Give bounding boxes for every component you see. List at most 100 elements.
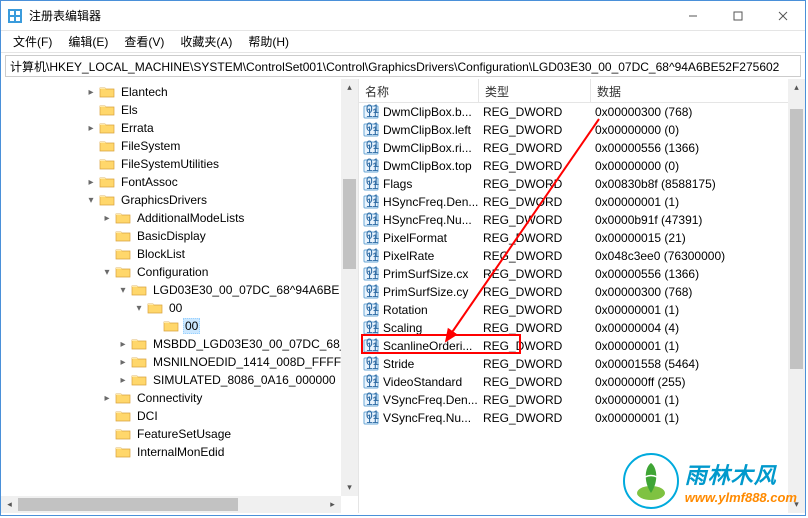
value-type: REG_DWORD [483,411,595,425]
value-list-pane[interactable]: 名称 类型 数据 011110DwmClipBox.b...REG_DWORD0… [359,79,805,513]
value-row[interactable]: 011110StrideREG_DWORD0x00001558 (5464) [359,355,805,373]
value-row[interactable]: 011110ScalingREG_DWORD0x00000004 (4) [359,319,805,337]
tree-scrollbar-h[interactable]: ◂ ▸ [1,496,341,513]
value-row[interactable]: 011110DwmClipBox.ri...REG_DWORD0x0000055… [359,139,805,157]
titlebar[interactable]: 注册表编辑器 [1,1,805,31]
close-button[interactable] [760,1,805,30]
scroll-thumb[interactable] [790,109,803,369]
expand-icon[interactable] [101,230,113,242]
col-type[interactable]: 类型 [479,79,591,102]
expand-icon[interactable]: ▸ [101,392,113,404]
value-data: 0x048c3ee0 (76300000) [595,249,805,263]
expand-icon[interactable]: ▸ [85,176,97,188]
value-row[interactable]: 011110PrimSurfSize.cyREG_DWORD0x00000300… [359,283,805,301]
value-row[interactable]: 011110PrimSurfSize.cxREG_DWORD0x00000556… [359,265,805,283]
scroll-thumb[interactable] [18,498,238,511]
tree-item[interactable]: 00 [1,317,358,335]
value-data: 0x00001558 (5464) [595,357,805,371]
expand-icon[interactable]: ▸ [117,356,129,368]
value-row[interactable]: 011110VSyncFreq.Nu...REG_DWORD0x00000001… [359,409,805,427]
tree-item[interactable]: ▸Connectivity [1,389,358,407]
tree-scrollbar-v[interactable]: ▴ ▾ [341,79,358,496]
svg-text:110: 110 [366,250,379,264]
tree-pane[interactable]: ▸ElantechEls▸ErrataFileSystemFileSystemU… [1,79,359,513]
maximize-button[interactable] [715,1,760,30]
col-name[interactable]: 名称 [359,79,479,102]
menu-help[interactable]: 帮助(H) [240,31,297,52]
expand-icon[interactable]: ▸ [101,212,113,224]
expand-icon[interactable] [101,428,113,440]
dword-value-icon: 011110 [363,176,379,192]
value-type: REG_DWORD [483,393,595,407]
scroll-down-icon[interactable]: ▾ [788,496,805,513]
tree-item[interactable]: ▸FontAssoc [1,173,358,191]
tree-item[interactable]: ▾LGD03E30_00_07DC_68^94A6BE [1,281,358,299]
tree-item[interactable]: ▸Elantech [1,83,358,101]
menu-edit[interactable]: 编辑(E) [60,31,116,52]
scroll-down-icon[interactable]: ▾ [341,479,358,496]
tree-item[interactable]: ▸MSBDD_LGD03E30_00_07DC_68_ [1,335,358,353]
value-row[interactable]: 011110HSyncFreq.Den...REG_DWORD0x0000000… [359,193,805,211]
value-row[interactable]: 011110RotationREG_DWORD0x00000001 (1) [359,301,805,319]
list-scrollbar-v[interactable]: ▴ ▾ [788,79,805,513]
address-bar[interactable]: 计算机\HKEY_LOCAL_MACHINE\SYSTEM\ControlSet… [5,55,801,77]
tree-item[interactable]: ▸Errata [1,119,358,137]
scroll-thumb[interactable] [343,179,356,269]
tree-item[interactable]: ▸SIMULATED_8086_0A16_000000 [1,371,358,389]
svg-text:110: 110 [366,268,379,282]
value-row[interactable]: 011110PixelRateREG_DWORD0x048c3ee0 (7630… [359,247,805,265]
expand-icon[interactable]: ▾ [85,194,97,206]
minimize-button[interactable] [670,1,715,30]
value-name: VSyncFreq.Den... [383,393,483,407]
expand-icon[interactable]: ▸ [85,86,97,98]
tree-item[interactable]: FeatureSetUsage [1,425,358,443]
scroll-left-icon[interactable]: ◂ [1,496,18,513]
expand-icon[interactable]: ▾ [101,266,113,278]
value-row[interactable]: 011110ScanlineOrderi...REG_DWORD0x000000… [359,337,805,355]
value-row[interactable]: 011110HSyncFreq.Nu...REG_DWORD0x0000b91f… [359,211,805,229]
tree-item[interactable]: InternalMonEdid [1,443,358,461]
value-type: REG_DWORD [483,249,595,263]
folder-icon [99,193,115,207]
value-row[interactable]: 011110VSyncFreq.Den...REG_DWORD0x0000000… [359,391,805,409]
expand-icon[interactable]: ▾ [117,284,129,296]
expand-icon[interactable] [85,140,97,152]
dword-value-icon: 011110 [363,230,379,246]
expand-icon[interactable]: ▸ [85,122,97,134]
value-row[interactable]: 011110DwmClipBox.topREG_DWORD0x00000000 … [359,157,805,175]
expand-icon[interactable] [101,248,113,260]
value-row[interactable]: 011110VideoStandardREG_DWORD0x000000ff (… [359,373,805,391]
value-row[interactable]: 011110DwmClipBox.leftREG_DWORD0x00000000… [359,121,805,139]
tree-item[interactable]: ▸MSNILNOEDID_1414_008D_FFFF [1,353,358,371]
value-data: 0x00000000 (0) [595,159,805,173]
menu-view[interactable]: 查看(V) [116,31,172,52]
col-data[interactable]: 数据 [591,79,805,102]
value-row[interactable]: 011110PixelFormatREG_DWORD0x00000015 (21… [359,229,805,247]
tree-item[interactable]: Els [1,101,358,119]
tree-item[interactable]: ▾00 [1,299,358,317]
expand-icon[interactable] [85,158,97,170]
tree-item[interactable]: FileSystemUtilities [1,155,358,173]
scroll-up-icon[interactable]: ▴ [341,79,358,96]
menu-favorites[interactable]: 收藏夹(A) [172,31,240,52]
tree-item[interactable]: FileSystem [1,137,358,155]
expand-icon[interactable] [101,410,113,422]
scroll-right-icon[interactable]: ▸ [324,496,341,513]
expand-icon[interactable] [149,320,161,332]
expand-icon[interactable]: ▸ [117,338,129,350]
tree-item[interactable]: BlockList [1,245,358,263]
menu-file[interactable]: 文件(F) [5,31,60,52]
expand-icon[interactable] [85,104,97,116]
tree-item[interactable]: ▾GraphicsDrivers [1,191,358,209]
value-type: REG_DWORD [483,231,595,245]
expand-icon[interactable]: ▾ [133,302,145,314]
tree-item[interactable]: ▸AdditionalModeLists [1,209,358,227]
expand-icon[interactable]: ▸ [117,374,129,386]
value-row[interactable]: 011110FlagsREG_DWORD0x00830b8f (8588175) [359,175,805,193]
tree-item[interactable]: DCI [1,407,358,425]
tree-item[interactable]: BasicDisplay [1,227,358,245]
value-row[interactable]: 011110DwmClipBox.b...REG_DWORD0x00000300… [359,103,805,121]
expand-icon[interactable] [101,446,113,458]
tree-item[interactable]: ▾Configuration [1,263,358,281]
scroll-up-icon[interactable]: ▴ [788,79,805,96]
